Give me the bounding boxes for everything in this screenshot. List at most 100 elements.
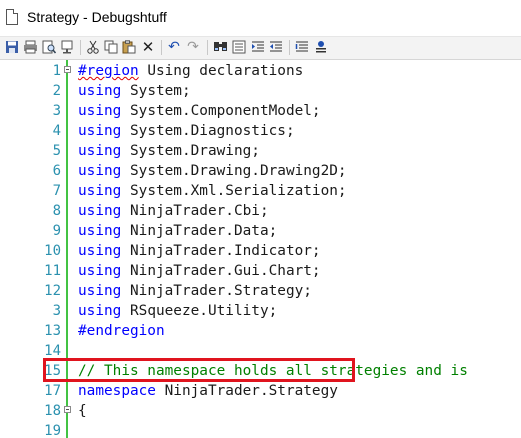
keyword-token: using [78,163,122,179]
line-number: 2 [52,83,61,99]
code-token: System.Diagnostics; [121,123,295,139]
line-number: 13 [44,323,61,339]
code-line[interactable]: 6 using System.Drawing.Drawing2D; [0,161,521,181]
print-preview-icon[interactable] [41,39,57,55]
title-bar: Strategy - Debugshtuff [0,0,521,37]
find-icon[interactable] [212,39,228,55]
code-text: using NinjaTrader.Indicator; [78,241,321,261]
code-line[interactable]: 9 using NinjaTrader.Data; [0,221,521,241]
toolbar-separator [80,40,81,55]
code-token: NinjaTrader.Gui.Chart; [121,263,321,279]
keyword-token: using [78,123,122,139]
line-number: 3 [52,103,61,119]
code-text: using System.Drawing.Drawing2D; [78,161,347,181]
undo-icon[interactable]: ↶ [166,39,182,55]
keyword-token: using [78,83,122,99]
indent-icon[interactable] [250,39,266,55]
toolbar-separator [289,40,290,55]
keyword-token: #region [78,63,139,79]
line-number: 8 [52,203,61,219]
code-token: NinjaTrader.Cbi; [121,203,269,219]
code-text: { [78,401,87,421]
code-line[interactable]: 5 using System.Drawing; [0,141,521,161]
keyword-token: using [78,203,122,219]
code-text: #region Using declarations [78,61,303,81]
code-line[interactable]: 1 #region Using declarations [0,61,521,81]
code-token: System.Drawing; [121,143,260,159]
code-line[interactable]: 13 #endregion [0,321,521,341]
line-number: 19 [44,423,61,438]
code-text: using NinjaTrader.Gui.Chart; [78,261,321,281]
keyword-token: using [78,283,122,299]
line-number: 7 [52,183,61,199]
comment-icon[interactable] [294,39,310,55]
delete-icon[interactable]: ✕ [140,39,156,55]
code-token: NinjaTrader.Strategy; [121,283,312,299]
code-text: using System; [78,81,191,101]
code-line[interactable]: 8 using NinjaTrader.Cbi; [0,201,521,221]
fold-toggle-icon[interactable] [64,66,71,73]
save-icon[interactable] [4,39,20,55]
code-line[interactable]: 7 using System.Xml.Serialization; [0,181,521,201]
keyword-token: using [78,243,122,259]
code-token: { [78,403,87,419]
keyword-token: using [78,263,122,279]
code-line[interactable]: 3 using RSqueeze.Utility; [0,301,521,321]
window-title: Strategy - Debugshtuff [27,9,167,25]
code-line[interactable]: 11 using NinjaTrader.Gui.Chart; [0,261,521,281]
code-line[interactable]: 12 using NinjaTrader.Strategy; [0,281,521,301]
code-line[interactable]: 17 namespace NinjaTrader.Strategy [0,381,521,401]
redo-icon[interactable]: ↷ [185,39,201,55]
cut-icon[interactable] [85,39,101,55]
uncomment-icon[interactable] [313,39,329,55]
code-token: System.ComponentModel; [121,103,321,119]
keyword-token: using [78,223,122,239]
line-number: 17 [44,383,61,399]
keyword-token: namespace [78,383,156,399]
keyword-token: #endregion [78,323,165,339]
paste-icon[interactable] [121,39,137,55]
highlight-annotation-box [43,358,355,382]
code-text: using System.Xml.Serialization; [78,181,347,201]
copy-icon[interactable] [103,39,119,55]
code-line[interactable]: 19 [0,421,521,438]
code-line[interactable]: 18 { [0,401,521,421]
toolbar-separator [207,40,208,55]
document-icon [6,9,18,25]
line-number: 6 [52,163,61,179]
code-text: using NinjaTrader.Strategy; [78,281,312,301]
code-text: #endregion [78,321,165,341]
keyword-token: using [78,103,122,119]
fold-toggle-icon[interactable] [64,406,71,413]
code-text: using System.ComponentModel; [78,101,321,121]
code-token: Using declarations [138,63,304,79]
print-icon[interactable] [22,39,38,55]
code-token: NinjaTrader.Indicator; [121,243,321,259]
keyword-token: using [78,303,122,319]
code-text: using NinjaTrader.Data; [78,221,277,241]
code-text: using System.Diagnostics; [78,121,295,141]
code-token: RSqueeze.Utility; [121,303,278,319]
toolbar-separator [161,40,162,55]
page-setup-icon[interactable] [59,39,75,55]
toolbar: ✕ ↶ ↷ [0,37,521,60]
line-number: 9 [52,223,61,239]
line-number: 12 [44,283,61,299]
line-number: 18 [44,403,61,419]
keyword-token: using [78,143,122,159]
code-line[interactable]: 10 using NinjaTrader.Indicator; [0,241,521,261]
code-token: System; [121,83,191,99]
outdent-icon[interactable] [268,39,284,55]
line-number: 4 [52,123,61,139]
code-line[interactable]: 4 using System.Diagnostics; [0,121,521,141]
replace-icon[interactable] [231,39,247,55]
line-number: 3 [52,303,61,319]
code-text: using RSqueeze.Utility; [78,301,277,321]
line-number: 5 [52,143,61,159]
code-line[interactable]: 3 using System.ComponentModel; [0,101,521,121]
code-token: NinjaTrader.Strategy [155,383,338,399]
code-line[interactable]: 2 using System; [0,81,521,101]
code-token: NinjaTrader.Data; [121,223,278,239]
code-editor[interactable]: 1 #region Using declarations 2 using System… [0,60,521,438]
code-text: using System.Drawing; [78,141,260,161]
